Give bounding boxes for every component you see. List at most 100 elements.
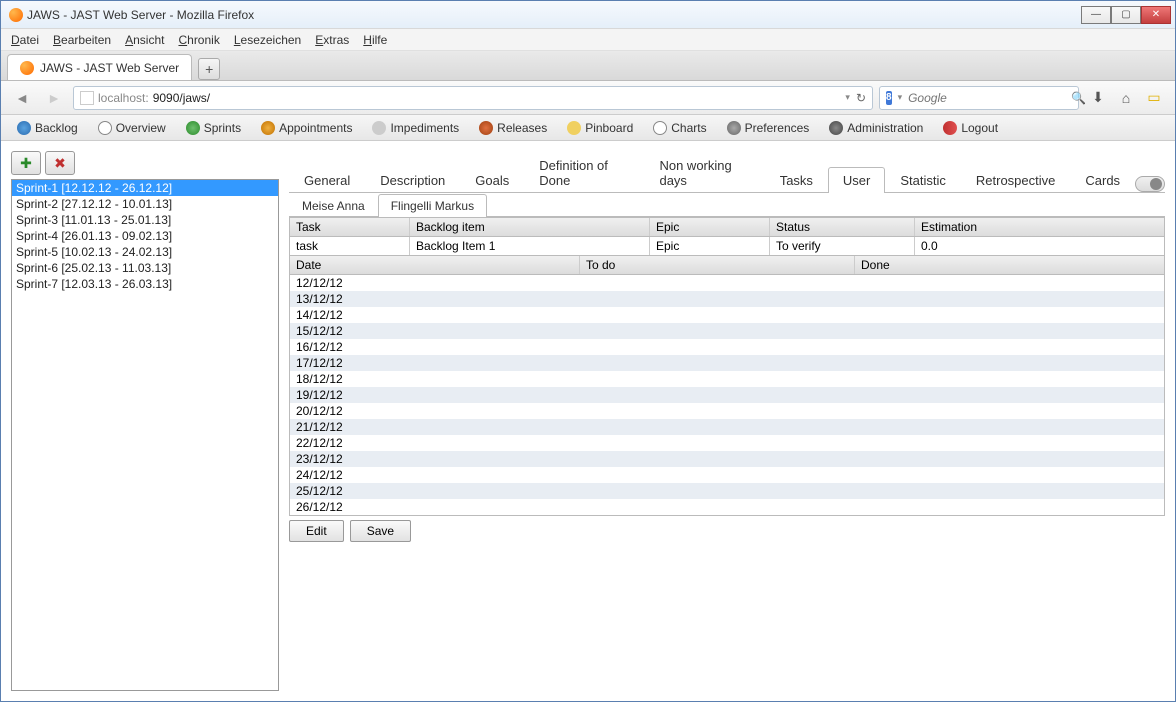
tool-charts[interactable]: Charts [645, 118, 714, 138]
tab-general[interactable]: General [289, 167, 365, 193]
main-panel: GeneralDescriptionGoalsDefinition of Don… [289, 151, 1165, 691]
user-tab[interactable]: Meise Anna [289, 194, 378, 217]
date-row[interactable]: 26/12/12 [290, 499, 1164, 515]
tab-strip: JAWS - JAST Web Server + [1, 51, 1175, 81]
app-toolbar: BacklogOverviewSprintsAppointmentsImpedi… [1, 115, 1175, 141]
url-host: localhost: [98, 91, 149, 105]
main-tabs: GeneralDescriptionGoalsDefinition of Don… [289, 151, 1165, 193]
menu-datei[interactable]: Datei [11, 33, 39, 47]
date-row[interactable]: 12/12/12 [290, 275, 1164, 291]
tab-tasks[interactable]: Tasks [765, 167, 828, 193]
pinboard-icon [567, 121, 581, 135]
date-row[interactable]: 25/12/12 [290, 483, 1164, 499]
menu-ansicht[interactable]: Ansicht [125, 33, 164, 47]
minimize-button[interactable]: — [1081, 6, 1111, 24]
sprint-item[interactable]: Sprint-2 [27.12.12 - 10.01.13] [12, 196, 278, 212]
tool-backlog[interactable]: Backlog [9, 118, 86, 138]
save-button[interactable]: Save [350, 520, 411, 542]
sprint-item[interactable]: Sprint-3 [11.01.13 - 25.01.13] [12, 212, 278, 228]
tab-cards[interactable]: Cards [1070, 167, 1135, 193]
date-row[interactable]: 16/12/12 [290, 339, 1164, 355]
date-row[interactable]: 20/12/12 [290, 403, 1164, 419]
tool-administration[interactable]: Administration [821, 118, 931, 138]
tool-impediments[interactable]: Impediments [364, 118, 467, 138]
sprint-item[interactable]: Sprint-5 [10.02.13 - 24.02.13] [12, 244, 278, 260]
tab-non-working-days[interactable]: Non working days [644, 152, 764, 193]
user-tabs: Meise AnnaFlingelli Markus [289, 193, 1165, 217]
sidebar: ✚ ✖ Sprint-1 [12.12.12 - 26.12.12]Sprint… [11, 151, 279, 691]
tab-statistic[interactable]: Statistic [885, 167, 961, 193]
col-backlog-header: Backlog item [410, 218, 650, 236]
administration-icon [829, 121, 843, 135]
window-title: JAWS - JAST Web Server - Mozilla Firefox [27, 8, 254, 22]
menu-extras[interactable]: Extras [315, 33, 349, 47]
tab-favicon-icon [20, 61, 34, 75]
date-row[interactable]: 21/12/12 [290, 419, 1164, 435]
sprint-item[interactable]: Sprint-4 [26.01.13 - 09.02.13] [12, 228, 278, 244]
col-status-header: Status [770, 218, 915, 236]
tool-appointments[interactable]: Appointments [253, 118, 360, 138]
search-engine-dropdown-icon[interactable]: ▾ [898, 92, 903, 103]
menu-bearbeiten[interactable]: Bearbeiten [53, 33, 111, 47]
new-tab-button[interactable]: + [198, 58, 220, 80]
col-task-header: Task [290, 218, 410, 236]
tab-retrospective[interactable]: Retrospective [961, 167, 1070, 193]
tool-preferences[interactable]: Preferences [719, 118, 818, 138]
back-button[interactable]: ◄ [9, 86, 35, 110]
content-area: ✚ ✖ Sprint-1 [12.12.12 - 26.12.12]Sprint… [1, 141, 1175, 701]
edit-button[interactable]: Edit [289, 520, 344, 542]
date-row[interactable]: 22/12/12 [290, 435, 1164, 451]
bookmarks-icon[interactable]: ▭ [1145, 89, 1163, 107]
reload-button[interactable]: ↻ [856, 91, 866, 105]
sprint-item[interactable]: Sprint-7 [12.03.13 - 26.03.13] [12, 276, 278, 292]
date-row[interactable]: 24/12/12 [290, 467, 1164, 483]
date-grid: Date To do Done 12/12/1213/12/1214/12/12… [289, 256, 1165, 516]
search-icon[interactable]: 🔍 [1071, 91, 1086, 105]
toggle-switch[interactable] [1135, 176, 1165, 192]
search-input[interactable] [908, 91, 1065, 105]
firefox-icon [9, 8, 23, 22]
col-date-header: Date [290, 256, 580, 274]
sprint-list[interactable]: Sprint-1 [12.12.12 - 26.12.12]Sprint-2 [… [11, 179, 279, 691]
menu-chronik[interactable]: Chronik [178, 33, 219, 47]
google-icon: 8 [886, 91, 892, 105]
date-row[interactable]: 23/12/12 [290, 451, 1164, 467]
browser-tab[interactable]: JAWS - JAST Web Server [7, 54, 192, 80]
task-grid: Task Backlog item Epic Status Estimation… [289, 217, 1165, 256]
menu-lesezeichen[interactable]: Lesezeichen [234, 33, 301, 47]
titlebar: JAWS - JAST Web Server - Mozilla Firefox… [1, 1, 1175, 29]
date-row[interactable]: 13/12/12 [290, 291, 1164, 307]
col-todo-header: To do [580, 256, 855, 274]
add-sprint-button[interactable]: ✚ [11, 151, 41, 175]
close-button[interactable]: ✕ [1141, 6, 1171, 24]
date-row[interactable]: 18/12/12 [290, 371, 1164, 387]
url-bar[interactable]: localhost: 9090/jaws/ ▾ ↻ [73, 86, 873, 110]
tab-goals[interactable]: Goals [460, 167, 524, 193]
sprint-item[interactable]: Sprint-1 [12.12.12 - 26.12.12] [12, 180, 278, 196]
sprint-item[interactable]: Sprint-6 [25.02.13 - 11.03.13] [12, 260, 278, 276]
search-box[interactable]: 8 ▾ 🔍 [879, 86, 1079, 110]
tab-definition-of-done[interactable]: Definition of Done [524, 152, 644, 193]
home-icon[interactable]: ⌂ [1117, 89, 1135, 107]
url-path: 9090/jaws/ [153, 91, 210, 105]
maximize-button[interactable]: ▢ [1111, 6, 1141, 24]
tab-user[interactable]: User [828, 167, 885, 193]
date-row[interactable]: 14/12/12 [290, 307, 1164, 323]
tool-releases[interactable]: Releases [471, 118, 555, 138]
date-row[interactable]: 19/12/12 [290, 387, 1164, 403]
tool-sprints[interactable]: Sprints [178, 118, 249, 138]
tool-pinboard[interactable]: Pinboard [559, 118, 641, 138]
user-tab[interactable]: Flingelli Markus [378, 194, 487, 217]
menu-hilfe[interactable]: Hilfe [363, 33, 387, 47]
forward-button[interactable]: ► [41, 86, 67, 110]
date-row[interactable]: 15/12/12 [290, 323, 1164, 339]
url-dropdown-icon[interactable]: ▾ [843, 92, 852, 103]
tab-description[interactable]: Description [365, 167, 460, 193]
charts-icon [653, 121, 667, 135]
tool-logout[interactable]: Logout [935, 118, 1006, 138]
date-row[interactable]: 17/12/12 [290, 355, 1164, 371]
task-row[interactable]: task Backlog Item 1 Epic To verify 0.0 [290, 237, 1164, 255]
tool-overview[interactable]: Overview [90, 118, 174, 138]
downloads-icon[interactable]: ⬇ [1089, 89, 1107, 107]
delete-sprint-button[interactable]: ✖ [45, 151, 75, 175]
